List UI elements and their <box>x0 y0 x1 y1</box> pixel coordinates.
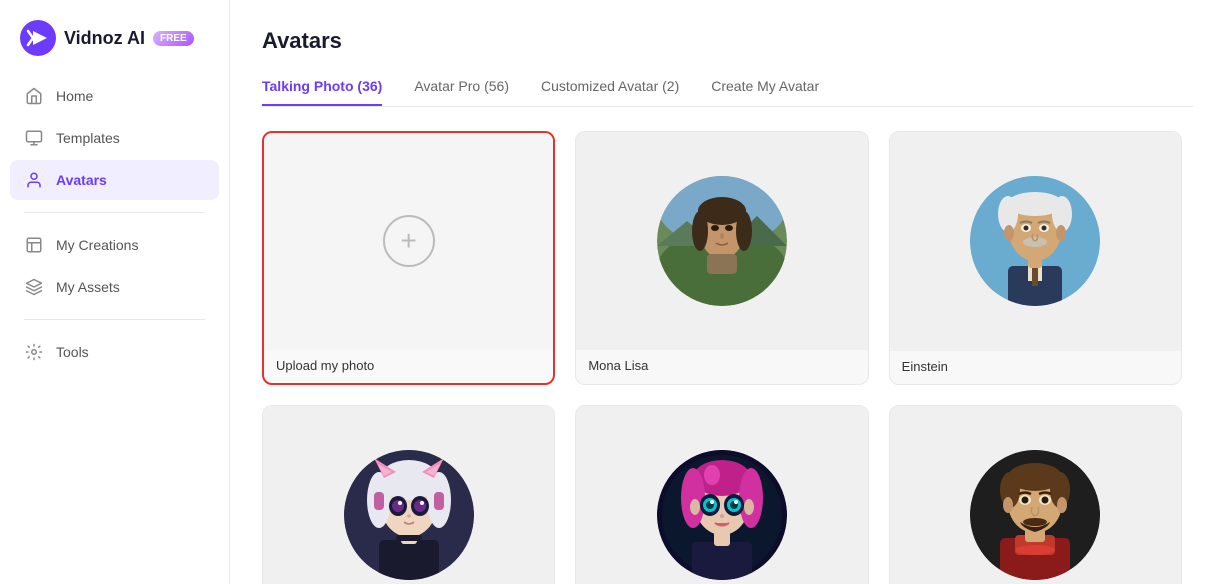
upload-card-label: Upload my photo <box>264 350 553 383</box>
avatar-card-maeve[interactable]: Maeve <box>575 405 868 584</box>
sidebar-item-tools[interactable]: Tools <box>10 332 219 372</box>
sidebar-item-my-creations[interactable]: My Creations <box>10 225 219 265</box>
iron-image <box>890 406 1181 584</box>
mona-lisa-label: Mona Lisa <box>576 350 867 383</box>
sidebar-item-my-creations-label: My Creations <box>56 237 138 253</box>
sidebar-item-home[interactable]: Home <box>10 76 219 116</box>
tools-icon <box>24 342 44 362</box>
my-creations-icon <box>24 235 44 255</box>
sidebar-item-templates-label: Templates <box>56 130 120 146</box>
avatars-icon <box>24 170 44 190</box>
tab-create-my-avatar[interactable]: Create My Avatar <box>711 78 819 106</box>
sidebar-item-avatars[interactable]: Avatars <box>10 160 219 200</box>
logo: Vidnoz AI FREE <box>0 12 229 76</box>
maeve-image <box>576 406 867 584</box>
free-badge: FREE <box>153 31 194 46</box>
nav-divider <box>24 212 205 213</box>
avatar-card-peyton[interactable]: Peyton <box>262 405 555 584</box>
einstein-image <box>890 132 1181 351</box>
peyton-image <box>263 406 554 584</box>
sidebar-item-tools-label: Tools <box>56 344 89 360</box>
sidebar-item-my-assets[interactable]: My Assets <box>10 267 219 307</box>
avatar-card-einstein[interactable]: Einstein <box>889 131 1182 385</box>
tab-talking-photo[interactable]: Talking Photo (36) <box>262 78 382 106</box>
avatar-card-iron[interactable]: Iron <box>889 405 1182 584</box>
sidebar-nav: Home Templates Avatars <box>0 76 229 372</box>
avatar-card-mona-lisa[interactable]: Mona Lisa <box>575 131 868 385</box>
sidebar-item-home-label: Home <box>56 88 93 104</box>
sidebar-item-avatars-label: Avatars <box>56 172 107 188</box>
my-assets-icon <box>24 277 44 297</box>
logo-icon <box>20 20 56 56</box>
plus-circle-icon: + <box>383 215 435 267</box>
sidebar: Vidnoz AI FREE Home Templates <box>0 0 230 584</box>
tab-customized-avatar[interactable]: Customized Avatar (2) <box>541 78 679 106</box>
nav-divider-2 <box>24 319 205 320</box>
avatar-grid: + Upload my photo <box>262 131 1182 584</box>
einstein-label: Einstein <box>890 351 1181 384</box>
tab-avatar-pro[interactable]: Avatar Pro (56) <box>414 78 509 106</box>
mona-lisa-image <box>576 132 867 350</box>
page-title: Avatars <box>262 28 1193 54</box>
upload-card-image: + <box>264 133 553 350</box>
tabs-bar: Talking Photo (36) Avatar Pro (56) Custo… <box>262 78 1193 107</box>
sidebar-item-my-assets-label: My Assets <box>56 279 120 295</box>
main-content: Avatars Talking Photo (36) Avatar Pro (5… <box>230 0 1225 584</box>
sidebar-item-templates[interactable]: Templates <box>10 118 219 158</box>
home-icon <box>24 86 44 106</box>
templates-icon <box>24 128 44 148</box>
avatar-upload-card[interactable]: + Upload my photo <box>262 131 555 385</box>
brand-name: Vidnoz AI <box>64 28 145 49</box>
